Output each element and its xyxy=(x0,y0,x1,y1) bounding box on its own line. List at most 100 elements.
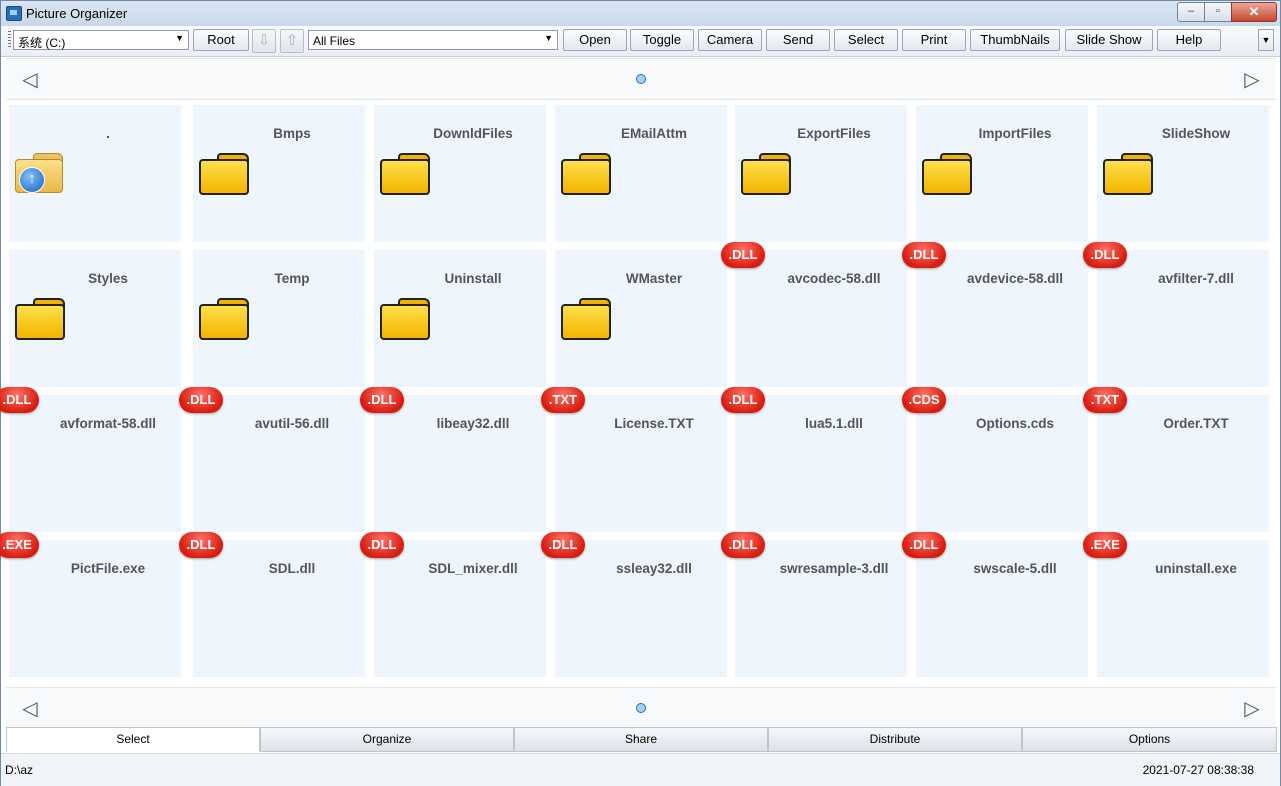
next-page-button[interactable]: ▷ xyxy=(1240,67,1264,92)
status-bar: D:\az 2021-07-27 08:38:38 xyxy=(1,753,1280,786)
folder-tile[interactable]: ExportFiles xyxy=(735,105,907,242)
tab-distribute[interactable]: Distribute xyxy=(768,727,1022,752)
parent-folder-icon: ↑ xyxy=(15,153,65,195)
title-bar[interactable]: Picture Organizer – ▫ ✕ xyxy=(1,1,1280,26)
folder-icon xyxy=(199,153,249,195)
tile-name: WMaster xyxy=(625,271,683,286)
file-tile[interactable]: SDL.dll xyxy=(193,540,365,677)
tile-name: Options.cds xyxy=(975,416,1054,431)
tab-organize[interactable]: Organize xyxy=(260,727,514,752)
file-tile[interactable]: Options.cds xyxy=(916,395,1088,532)
file-tile[interactable]: lua5.1.dll xyxy=(735,395,907,532)
folder-icon xyxy=(1103,153,1153,195)
file-tile[interactable]: SDL_mixer.dll xyxy=(374,540,546,677)
tile-name: . xyxy=(106,126,110,141)
folder-tile[interactable]: Bmps xyxy=(193,105,365,242)
top-pager: ◁ ▷ xyxy=(6,58,1276,100)
tile-name: ssleay32.dll xyxy=(616,561,692,576)
folder-icon xyxy=(561,153,611,195)
tab-select[interactable]: Select xyxy=(6,727,260,752)
folder-tile[interactable]: Styles xyxy=(9,250,181,387)
tile-name: License.TXT xyxy=(614,416,694,431)
file-type-badge: .DLL xyxy=(360,387,404,413)
tile-name: avfilter-7.dll xyxy=(1158,271,1234,286)
file-tile[interactable]: libeay32.dll xyxy=(374,395,546,532)
tab-share[interactable]: Share xyxy=(514,727,768,752)
bottom-pager: ◁ ▷ xyxy=(6,687,1276,729)
file-tile[interactable]: avcodec-58.dll xyxy=(735,250,907,387)
file-type-badge: .EXE xyxy=(0,532,39,558)
toolbar-camera-button[interactable]: Camera xyxy=(698,29,762,51)
tile-name: avutil-56.dll xyxy=(254,416,330,431)
file-tile[interactable]: ssleay32.dll xyxy=(555,540,727,677)
maximize-button[interactable]: ▫ xyxy=(1204,2,1232,22)
app-window: Picture Organizer – ▫ ✕ 系统 (C:) ▼ Root ⇩… xyxy=(0,0,1281,786)
file-type-badge: .DLL xyxy=(360,532,404,558)
tile-name: Styles xyxy=(88,271,128,286)
tab-options[interactable]: Options xyxy=(1022,727,1277,752)
toolbar-grip-icon[interactable] xyxy=(8,31,11,49)
file-tile[interactable]: PictFile.exe xyxy=(9,540,181,677)
prev-page-button[interactable]: ◁ xyxy=(18,67,42,92)
toolbar-send-button[interactable]: Send xyxy=(766,29,830,51)
tile-name: EMailAttm xyxy=(620,126,687,141)
down-arrow-button[interactable]: ⇩ xyxy=(252,29,276,53)
arrow-down-icon: ⇩ xyxy=(257,32,271,49)
file-tile[interactable]: uninstall.exe xyxy=(1097,540,1269,677)
chevron-down-icon: ▼ xyxy=(544,33,553,43)
file-tile[interactable]: avformat-58.dll xyxy=(9,395,181,532)
up-arrow-button[interactable]: ⇧ xyxy=(280,29,304,53)
folder-tile[interactable]: ImportFiles xyxy=(916,105,1088,242)
window-title: Picture Organizer xyxy=(26,6,128,21)
folder-tile[interactable]: . ↑ xyxy=(9,105,181,242)
page-indicator-dot[interactable] xyxy=(636,74,646,84)
file-tile[interactable]: Order.TXT xyxy=(1097,395,1269,532)
toolbar: 系统 (C:) ▼ Root ⇩ ⇧ All Files ▼ Open Toggl… xyxy=(1,26,1280,57)
folder-icon xyxy=(15,298,65,340)
folder-tile[interactable]: Uninstall xyxy=(374,250,546,387)
file-tile[interactable]: swscale-5.dll xyxy=(916,540,1088,677)
up-arrow-icon: ↑ xyxy=(19,167,45,193)
close-button[interactable]: ✕ xyxy=(1231,2,1277,22)
toolbar-print-button[interactable]: Print xyxy=(902,29,966,51)
folder-tile[interactable]: SlideShow xyxy=(1097,105,1269,242)
file-grid: . ↑ Bmps DownldFiles EMailAttm ExportFiles Imp… xyxy=(0,105,1273,680)
file-tile[interactable]: avutil-56.dll xyxy=(193,395,365,532)
tile-name: swresample-3.dll xyxy=(779,561,889,576)
prev-page-button[interactable]: ◁ xyxy=(18,696,42,721)
file-tile[interactable]: avdevice-58.dll xyxy=(916,250,1088,387)
tile-name: uninstall.exe xyxy=(1155,561,1237,576)
root-button[interactable]: Root xyxy=(193,29,249,51)
drive-select[interactable]: 系统 (C:) ▼ xyxy=(13,30,189,50)
folder-icon xyxy=(380,153,430,195)
chevron-down-icon: ▼ xyxy=(175,33,184,43)
file-tile[interactable]: avfilter-7.dll xyxy=(1097,250,1269,387)
tile-name: avcodec-58.dll xyxy=(787,271,881,286)
tile-name: avdevice-58.dll xyxy=(966,271,1064,286)
tile-name: libeay32.dll xyxy=(436,416,510,431)
toolbar-overflow-button[interactable]: ▼ xyxy=(1258,29,1274,51)
folder-icon xyxy=(741,153,791,195)
toolbar-select-button[interactable]: Select xyxy=(834,29,898,51)
toolbar-toggle-button[interactable]: Toggle xyxy=(630,29,694,51)
file-type-badge: .DLL xyxy=(902,242,946,268)
next-page-button[interactable]: ▷ xyxy=(1240,696,1264,721)
folder-tile[interactable]: WMaster xyxy=(555,250,727,387)
file-type-badge: .DLL xyxy=(721,242,765,268)
toolbar-thumbnails-button[interactable]: ThumbNails xyxy=(970,29,1060,51)
toolbar-open-button[interactable]: Open xyxy=(563,29,627,51)
folder-tile[interactable]: DownldFiles xyxy=(374,105,546,242)
toolbar-slide-show-button[interactable]: Slide Show xyxy=(1065,29,1153,51)
minimize-button[interactable]: – xyxy=(1177,2,1205,22)
tile-name: SDL_mixer.dll xyxy=(428,561,518,576)
arrow-up-icon: ⇧ xyxy=(285,32,299,49)
file-filter-select[interactable]: All Files ▼ xyxy=(308,30,558,50)
tile-name: SlideShow xyxy=(1161,126,1231,141)
file-tile[interactable]: swresample-3.dll xyxy=(735,540,907,677)
folder-tile[interactable]: EMailAttm xyxy=(555,105,727,242)
file-tile[interactable]: License.TXT xyxy=(555,395,727,532)
folder-tile[interactable]: Temp xyxy=(193,250,365,387)
folder-icon xyxy=(199,298,249,340)
page-indicator-dot[interactable] xyxy=(636,703,646,713)
toolbar-help-button[interactable]: Help xyxy=(1157,29,1221,51)
